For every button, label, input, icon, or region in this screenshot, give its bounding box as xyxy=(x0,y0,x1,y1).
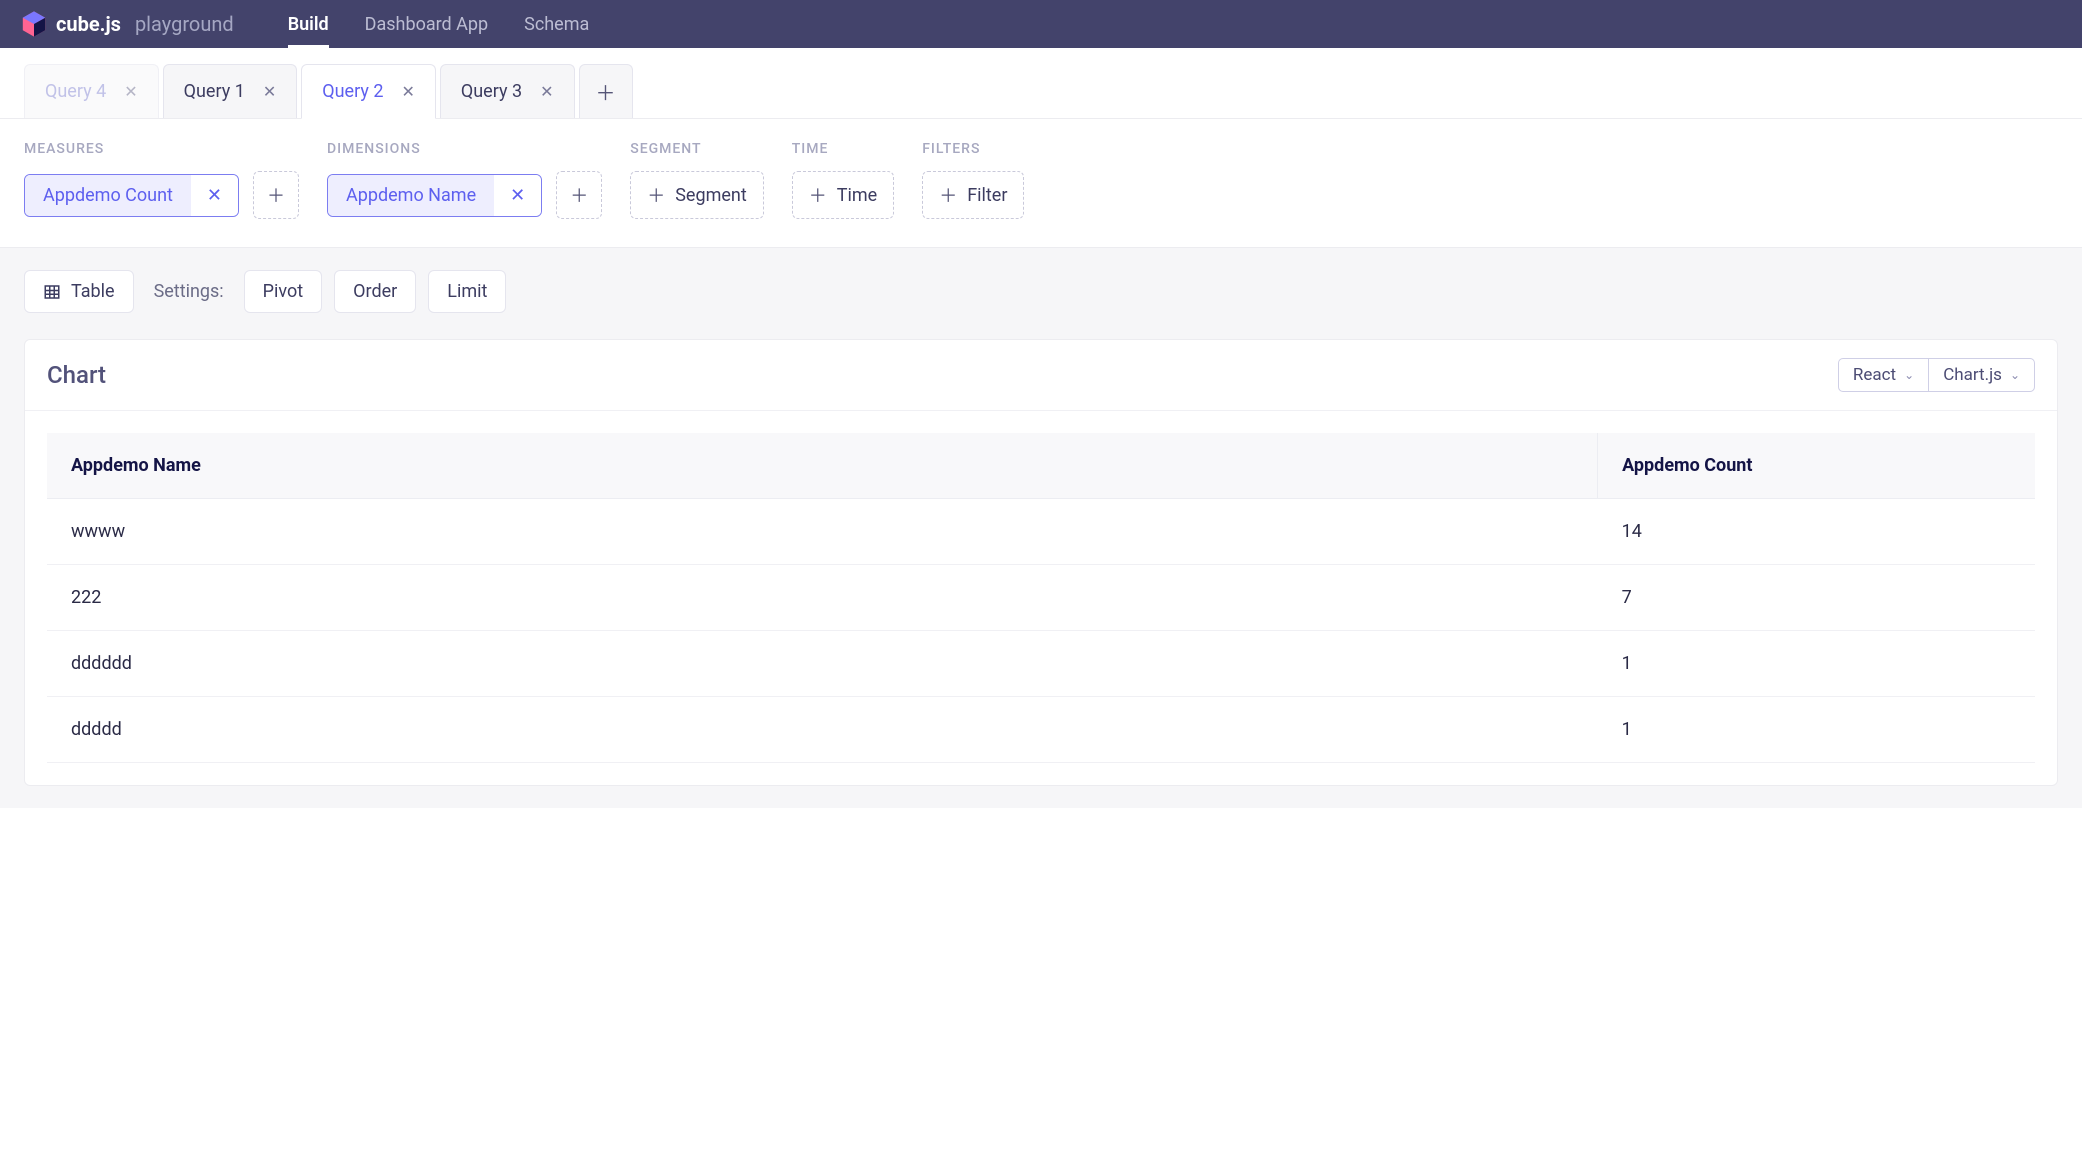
tab-label: Query 2 xyxy=(322,81,383,102)
cell-count: 1 xyxy=(1598,697,2035,763)
pivot-button[interactable]: Pivot xyxy=(244,270,322,313)
add-time-button[interactable]: ＋ Time xyxy=(792,171,894,219)
tab-label: Query 3 xyxy=(461,81,522,102)
plus-icon: ＋ xyxy=(809,182,827,208)
time-label: TIME xyxy=(792,141,894,157)
chip-label: Appdemo Count xyxy=(25,175,191,216)
nav-dashboard-app[interactable]: Dashboard App xyxy=(365,0,488,48)
table-icon xyxy=(43,283,61,301)
logo-brand: cube.js xyxy=(56,12,121,36)
add-measure-button[interactable]: ＋ xyxy=(253,171,299,219)
logo[interactable]: cube.js playground xyxy=(20,10,234,38)
table-row: dddddd 1 xyxy=(47,631,2035,697)
close-icon[interactable]: ✕ xyxy=(401,82,414,101)
close-icon[interactable]: ✕ xyxy=(124,82,137,101)
column-header-count[interactable]: Appdemo Count xyxy=(1598,433,2035,499)
nav-item-label: Schema xyxy=(524,14,589,35)
measures-label: MEASURES xyxy=(24,141,299,157)
dimensions-group: DIMENSIONS Appdemo Name ✕ ＋ xyxy=(327,141,602,219)
cube-logo-icon xyxy=(20,10,48,38)
nav-schema[interactable]: Schema xyxy=(524,0,589,48)
cell-count: 1 xyxy=(1598,631,2035,697)
nav-build[interactable]: Build xyxy=(288,0,329,48)
nav-items: Build Dashboard App Schema xyxy=(288,0,590,48)
query-builder: MEASURES Appdemo Count ✕ ＋ DIMENSIONS Ap… xyxy=(0,119,2082,248)
nav-item-label: Dashboard App xyxy=(365,14,488,35)
add-segment-button[interactable]: ＋ Segment xyxy=(630,171,764,219)
chart-header: Chart React ⌄ Chart.js ⌄ xyxy=(25,340,2057,411)
cell-name: 222 xyxy=(47,565,1598,631)
select-value: Chart.js xyxy=(1943,365,2002,385)
add-dimension-button[interactable]: ＋ xyxy=(556,171,602,219)
add-query-button[interactable]: ＋ xyxy=(579,64,633,118)
dimensions-label: DIMENSIONS xyxy=(327,141,602,157)
measures-group: MEASURES Appdemo Count ✕ ＋ xyxy=(24,141,299,219)
chart-library-select[interactable]: Chart.js ⌄ xyxy=(1929,358,2035,392)
results-table: Appdemo Name Appdemo Count wwww 14 222 7… xyxy=(47,433,2035,763)
table-row: ddddd 1 xyxy=(47,697,2035,763)
filters-label: FILTERS xyxy=(922,141,1024,157)
placeholder-label: Filter xyxy=(967,185,1007,206)
view-type-label: Table xyxy=(71,281,115,302)
chart-card: Chart React ⌄ Chart.js ⌄ Appdemo Name Ap… xyxy=(24,339,2058,786)
limit-button[interactable]: Limit xyxy=(428,270,506,313)
chevron-down-icon: ⌄ xyxy=(2010,368,2020,382)
logo-subtitle: playground xyxy=(135,12,234,36)
close-icon[interactable]: ✕ xyxy=(540,82,553,101)
chevron-down-icon: ⌄ xyxy=(1904,368,1914,382)
tab-query-3[interactable]: Query 3 ✕ xyxy=(440,64,575,118)
button-label: Pivot xyxy=(263,281,303,302)
chart-title: Chart xyxy=(47,361,106,389)
tab-label: Query 1 xyxy=(184,81,245,102)
nav-item-label: Build xyxy=(288,14,329,35)
chart-selects: React ⌄ Chart.js ⌄ xyxy=(1838,358,2035,392)
column-header-name[interactable]: Appdemo Name xyxy=(47,433,1598,499)
button-label: Limit xyxy=(447,281,487,302)
filters-group: FILTERS ＋ Filter xyxy=(922,141,1024,219)
top-nav: cube.js playground Build Dashboard App S… xyxy=(0,0,2082,48)
query-tabs: Query 4 ✕ Query 1 ✕ Query 2 ✕ Query 3 ✕ … xyxy=(0,48,2082,119)
table-header-row: Appdemo Name Appdemo Count xyxy=(47,433,2035,499)
plus-icon: ＋ xyxy=(596,77,616,106)
close-icon[interactable]: ✕ xyxy=(191,175,238,216)
tab-query-2[interactable]: Query 2 ✕ xyxy=(301,64,436,119)
tab-label: Query 4 xyxy=(45,81,106,102)
cell-count: 14 xyxy=(1598,499,2035,565)
tab-query-1[interactable]: Query 1 ✕ xyxy=(163,64,298,118)
view-type-button[interactable]: Table xyxy=(24,270,134,313)
time-group: TIME ＋ Time xyxy=(792,141,894,219)
cell-name: wwww xyxy=(47,499,1598,565)
chip-label: Appdemo Name xyxy=(328,175,494,216)
table-row: wwww 14 xyxy=(47,499,2035,565)
select-value: React xyxy=(1853,365,1896,385)
placeholder-label: Segment xyxy=(675,185,747,206)
segment-group: SEGMENT ＋ Segment xyxy=(630,141,764,219)
framework-select[interactable]: React ⌄ xyxy=(1838,358,1929,392)
settings-label: Settings: xyxy=(146,281,232,302)
plus-icon: ＋ xyxy=(570,182,588,208)
measure-chip[interactable]: Appdemo Count ✕ xyxy=(24,174,239,217)
settings-row: Table Settings: Pivot Order Limit xyxy=(24,270,2058,313)
tab-query-4[interactable]: Query 4 ✕ xyxy=(24,64,159,118)
results-area: Table Settings: Pivot Order Limit Chart … xyxy=(0,248,2082,808)
cell-name: ddddd xyxy=(47,697,1598,763)
button-label: Order xyxy=(353,281,397,302)
cell-count: 7 xyxy=(1598,565,2035,631)
close-icon[interactable]: ✕ xyxy=(263,82,276,101)
plus-icon: ＋ xyxy=(939,182,957,208)
cell-name: dddddd xyxy=(47,631,1598,697)
table-row: 222 7 xyxy=(47,565,2035,631)
close-icon[interactable]: ✕ xyxy=(494,175,541,216)
segment-label: SEGMENT xyxy=(630,141,764,157)
placeholder-label: Time xyxy=(837,185,877,206)
plus-icon: ＋ xyxy=(647,182,665,208)
plus-icon: ＋ xyxy=(267,182,285,208)
add-filter-button[interactable]: ＋ Filter xyxy=(922,171,1024,219)
dimension-chip[interactable]: Appdemo Name ✕ xyxy=(327,174,542,217)
order-button[interactable]: Order xyxy=(334,270,416,313)
